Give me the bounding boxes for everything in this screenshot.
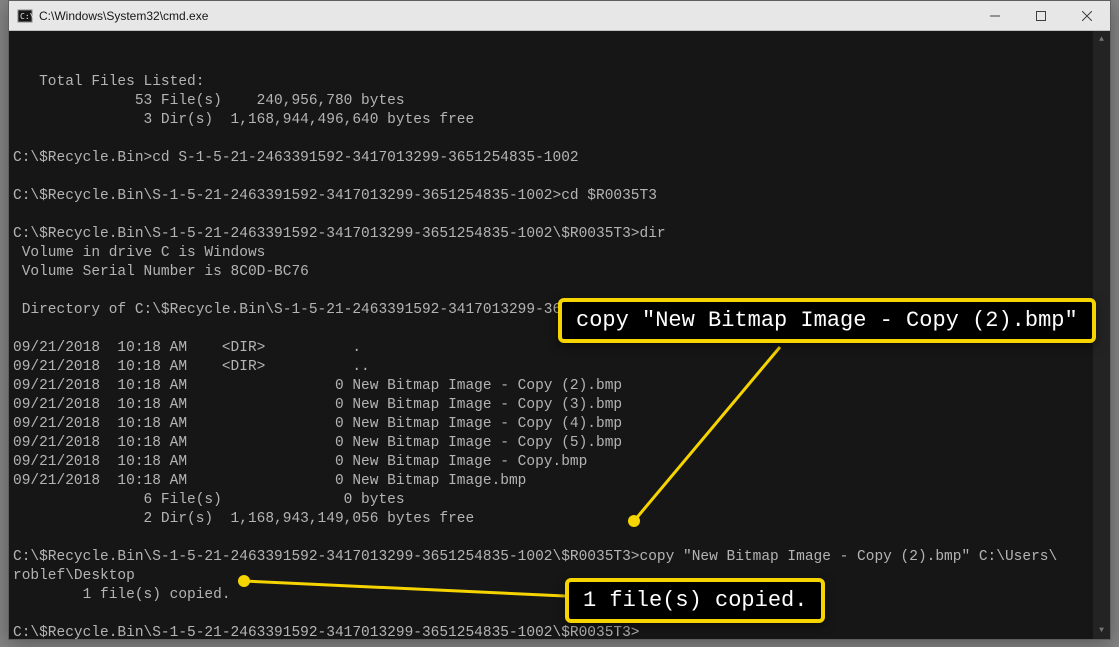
close-button[interactable] [1064,1,1110,30]
scroll-down-arrow[interactable]: ▼ [1093,622,1110,639]
svg-text:C:\: C:\ [20,12,33,21]
maximize-button[interactable] [1018,1,1064,30]
titlebar: C:\ C:\Windows\System32\cmd.exe [9,1,1110,31]
window-title: C:\Windows\System32\cmd.exe [39,9,972,23]
scroll-up-arrow[interactable]: ▲ [1093,31,1110,48]
callout-result: 1 file(s) copied. [565,578,825,623]
terminal-output: Total Files Listed: 53 File(s) 240,956,7… [13,73,1106,639]
cmd-icon: C:\ [17,8,33,24]
minimize-button[interactable] [972,1,1018,30]
callout-copy-command: copy "New Bitmap Image - Copy (2).bmp" [558,298,1096,343]
window-controls [972,1,1110,30]
